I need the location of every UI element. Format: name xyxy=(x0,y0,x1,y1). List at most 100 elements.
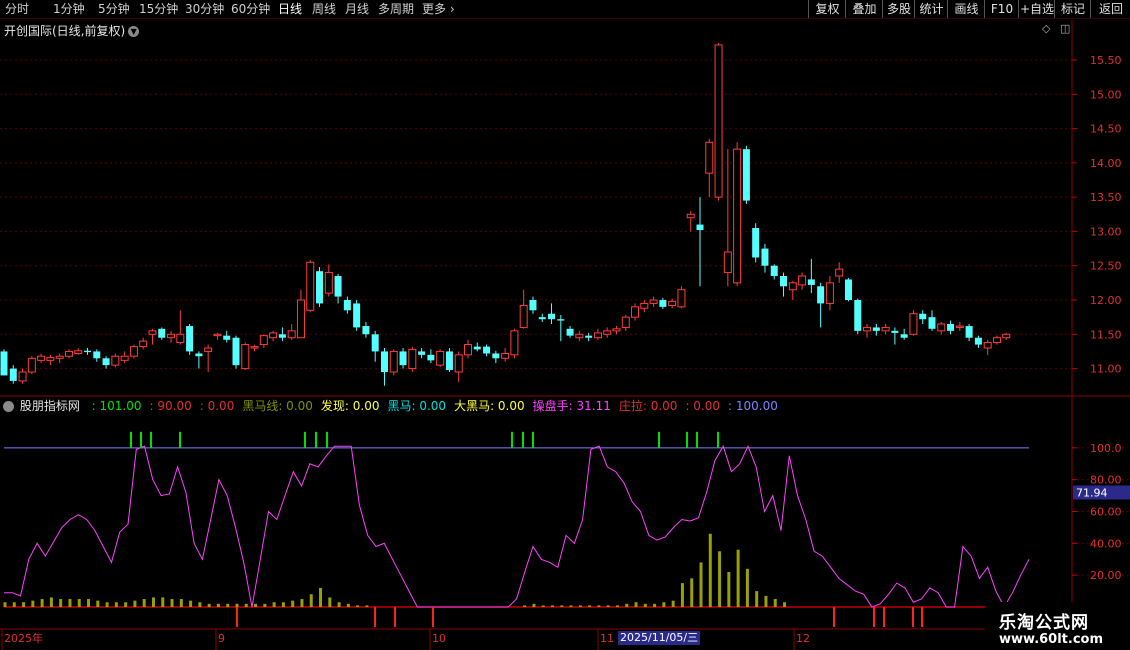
indicator-value-5: 黑马: 0.00 xyxy=(387,399,447,413)
indicator-tick-label: 100.0 xyxy=(1090,442,1122,455)
candle-body xyxy=(548,313,556,320)
candle-body xyxy=(752,228,760,258)
candle-body xyxy=(1002,333,1011,339)
date-label: 12 xyxy=(796,632,810,645)
candle-body xyxy=(881,326,890,332)
candle-body xyxy=(148,330,157,335)
candle-body xyxy=(603,330,612,335)
candle-body xyxy=(928,317,936,329)
candle-body xyxy=(714,44,723,198)
candle-body xyxy=(418,351,426,355)
price-tick-label: 15.50 xyxy=(1090,54,1122,67)
date-highlight: 2025/11/05/三 xyxy=(618,631,701,645)
candle-body xyxy=(825,282,834,304)
price-tick-label: 12.00 xyxy=(1090,294,1122,307)
candle-body xyxy=(427,354,435,361)
candle-body xyxy=(863,326,872,332)
candle-body xyxy=(909,313,918,335)
candle-body xyxy=(807,279,815,285)
candle-body xyxy=(983,342,992,349)
candle-body xyxy=(659,300,667,307)
candle-body xyxy=(371,334,379,352)
watermark-logo: 乐淘公式网 www.60lt.com xyxy=(985,602,1130,650)
candle-body xyxy=(585,335,593,338)
price-tick-label: 11.00 xyxy=(1090,363,1122,376)
candle-body xyxy=(362,326,370,335)
indicator-value-0: : 101.00 xyxy=(91,399,142,413)
indicator-value-4: 发现: 0.00 xyxy=(320,399,380,413)
candle-body xyxy=(306,261,315,311)
price-tick-label: 15.00 xyxy=(1090,88,1122,101)
candle-body xyxy=(723,251,732,274)
indicator-tick-label: 40.00 xyxy=(1090,537,1122,550)
chevron-down-icon[interactable] xyxy=(3,401,14,412)
candle-body xyxy=(18,371,27,382)
candle-body xyxy=(566,328,574,336)
candle-body xyxy=(64,350,73,357)
candle-body xyxy=(436,350,445,366)
candle-body xyxy=(167,333,176,339)
oscillator-line xyxy=(4,444,1030,609)
indicator-title: 股朋指标网 : 101.00: 90.00: 0.00 黑马线: 0.00 发现: … xyxy=(3,398,782,414)
candle-body xyxy=(733,148,742,284)
candle-body xyxy=(631,306,640,318)
candle-body xyxy=(186,326,194,352)
date-label: 9 xyxy=(218,632,225,645)
candle-body xyxy=(93,351,101,359)
candle-body xyxy=(483,346,491,354)
indicator-value-3: 黑马线: 0.00 xyxy=(242,399,313,413)
indicator-value-8: 庄拉: 0.00 xyxy=(618,399,678,413)
candle-body xyxy=(334,276,342,297)
price-tick-label: 14.50 xyxy=(1090,123,1122,136)
price-tick-label: 13.00 xyxy=(1090,225,1122,238)
candle-body xyxy=(241,344,250,370)
candle-body xyxy=(992,337,1001,344)
candle-body xyxy=(176,333,185,344)
candle-body xyxy=(612,328,621,332)
price-tick-label: 12.50 xyxy=(1090,260,1122,273)
candle-body xyxy=(296,299,305,339)
candle-body xyxy=(0,351,8,376)
candle-body xyxy=(84,350,92,353)
candle-body xyxy=(492,353,500,359)
candle-body xyxy=(593,332,602,339)
watermark-line2: www.60lt.com xyxy=(999,632,1104,647)
indicator-value-1: : 90.00 xyxy=(149,399,192,413)
candle-body xyxy=(223,335,231,340)
candle-body xyxy=(510,330,519,356)
candle-body xyxy=(213,333,222,337)
date-label: 10 xyxy=(432,632,446,645)
candle-body xyxy=(668,300,677,306)
candle-body xyxy=(937,323,946,332)
candle-body xyxy=(965,326,973,338)
candle-body xyxy=(139,340,148,348)
date-label: 11 xyxy=(600,632,614,645)
candle-body xyxy=(46,357,55,361)
candle-body xyxy=(575,333,584,339)
current-value-label: 71.94 xyxy=(1076,486,1108,499)
candle-body xyxy=(529,300,537,311)
candle-body xyxy=(343,300,351,311)
price-tick-label: 13.50 xyxy=(1090,191,1122,204)
candle-body xyxy=(380,351,388,372)
price-tick-label: 11.50 xyxy=(1090,328,1122,341)
candle-body xyxy=(872,327,880,331)
candle-body xyxy=(891,330,899,333)
candle-body xyxy=(640,302,649,309)
candle-body xyxy=(649,299,658,304)
indicator-value-10: : 100.00 xyxy=(728,399,778,413)
candle-body xyxy=(389,350,398,373)
candle-body xyxy=(854,300,862,331)
candle-body xyxy=(464,344,472,356)
candle-body xyxy=(454,354,463,373)
candle-body xyxy=(250,346,259,349)
candle-body xyxy=(817,286,825,304)
candle-body xyxy=(557,319,565,321)
candle-body xyxy=(399,351,407,366)
candle-body xyxy=(120,355,129,361)
indicator-value-9: : 0.00 xyxy=(685,399,721,413)
date-label: 2025年 xyxy=(4,631,43,645)
candle-body xyxy=(947,324,955,331)
candle-body xyxy=(232,337,240,366)
candle-body xyxy=(770,265,778,276)
